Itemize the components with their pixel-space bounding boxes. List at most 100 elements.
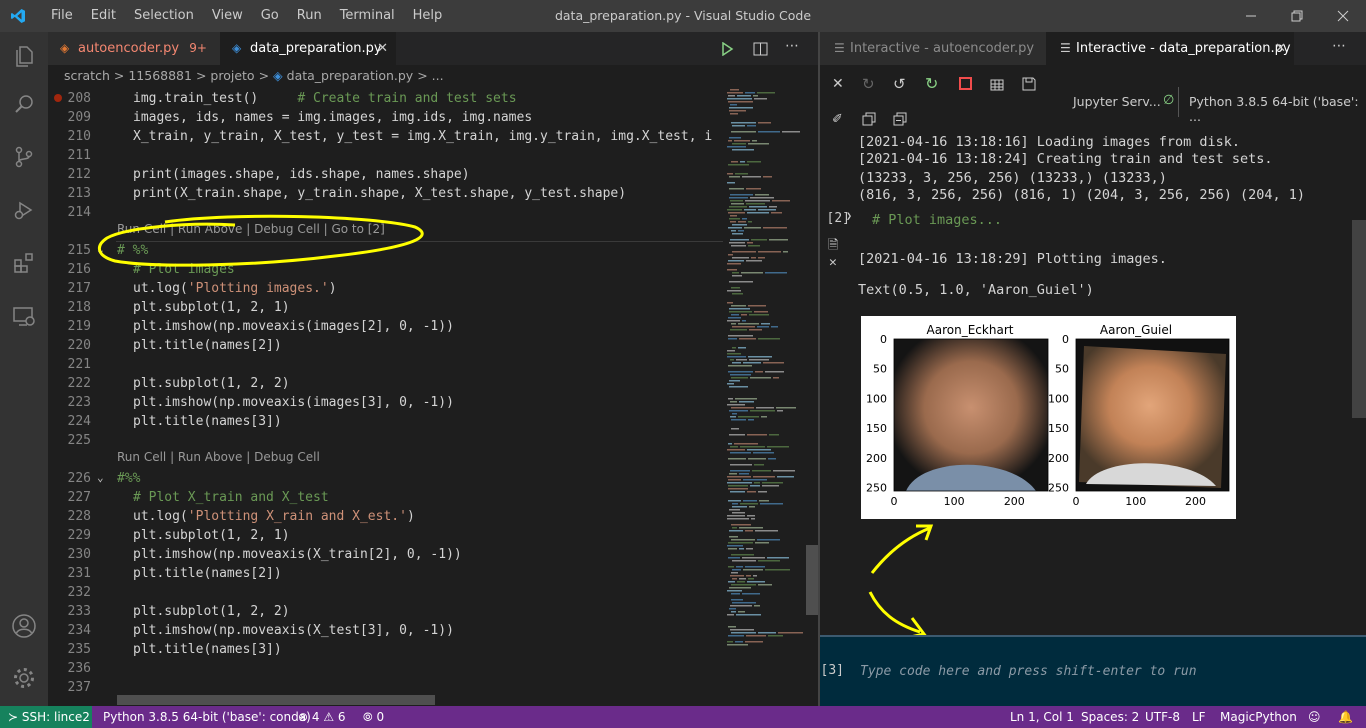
minimap-line	[730, 104, 737, 106]
menu-file[interactable]: File	[42, 0, 82, 32]
code-line[interactable]: 210 X_train, y_train, X_test, y_test = im…	[48, 127, 723, 146]
code-line[interactable]: 222 plt.subplot(1, 2, 2)	[48, 374, 723, 393]
code-line[interactable]: 228 ut.log('Plotting X_rain and X_est.')	[48, 507, 723, 526]
close-tab-icon[interactable]: ✕	[1275, 32, 1286, 65]
menu-selection[interactable]: Selection	[125, 0, 203, 32]
code-line[interactable]: 211	[48, 146, 723, 165]
run-file-button[interactable]	[720, 41, 734, 60]
tab-autoencoder[interactable]: ◈ autoencoder.py 9+	[48, 32, 220, 65]
breadcrumb-item[interactable]: projeto	[210, 68, 254, 83]
code-line[interactable]: 212 print(images.shape, ids.shape, names.…	[48, 165, 723, 184]
debug-cell-icon[interactable]: ✐	[832, 112, 843, 127]
tab-interactive-data-preparation[interactable]: ☰ Interactive - data_preparation.py ✕	[1046, 32, 1294, 65]
code-line[interactable]: 219 plt.imshow(np.moveaxis(images[2], 0, …	[48, 317, 723, 336]
delete-cell-icon[interactable]: ✕	[829, 255, 837, 270]
end-of-line[interactable]: LF	[1192, 706, 1206, 728]
collapse-all-button[interactable]	[893, 111, 907, 130]
language-mode[interactable]: MagicPython	[1220, 706, 1297, 728]
menu-help[interactable]: Help	[404, 0, 452, 32]
python-interpreter[interactable]: Python 3.8.5 64-bit ('base': conda)	[103, 706, 311, 728]
codelens-cell-actions[interactable]: Run Cell | Run Above | Debug Cell	[117, 450, 320, 464]
tab-data-preparation[interactable]: ◈ data_preparation.py ✕	[220, 32, 396, 65]
menu-view[interactable]: View	[203, 0, 252, 32]
code-line[interactable]: 232	[48, 583, 723, 602]
y-tick-label: 150	[866, 422, 887, 435]
breadcrumb-item[interactable]: ...	[432, 68, 444, 83]
kernel-selector[interactable]: Python 3.8.5 64-bit ('base': ...	[1189, 94, 1366, 124]
cell-summary[interactable]: # Plot images...	[872, 212, 1002, 229]
fold-chevron-icon[interactable]: ⌄	[97, 471, 104, 484]
code-line[interactable]: 234 plt.imshow(np.moveaxis(X_test[3], 0, …	[48, 621, 723, 640]
accounts-button[interactable]	[0, 602, 48, 650]
clear-all-icon[interactable]: ✕	[832, 76, 844, 92]
code-line[interactable]: 233 plt.subplot(1, 2, 2)	[48, 602, 723, 621]
expand-cell-icon[interactable]: ❯	[846, 211, 852, 222]
minimize-button[interactable]	[1228, 0, 1274, 32]
code-line[interactable]: 226 #%%	[48, 469, 723, 488]
restore-button[interactable]	[1274, 0, 1320, 32]
code-editor[interactable]: 208 img.train_test() # Create train and t…	[48, 87, 723, 706]
more-actions-icon[interactable]: ⋯	[785, 38, 799, 54]
minimap-line	[731, 161, 738, 163]
variables-button[interactable]	[990, 77, 1004, 96]
code-line[interactable]: 229 plt.subplot(1, 2, 1)	[48, 526, 723, 545]
search-button[interactable]	[0, 80, 48, 128]
code-line[interactable]: 224 plt.title(names[3])	[48, 412, 723, 431]
minimap[interactable]	[723, 87, 808, 706]
code-line[interactable]: 235 plt.title(names[3])	[48, 640, 723, 659]
horizontal-scrollbar[interactable]	[117, 695, 435, 705]
code-line[interactable]: 236	[48, 659, 723, 678]
code-line[interactable]: 213 print(X_train.shape, y_train.shape, X…	[48, 184, 723, 203]
code-line[interactable]: 223 plt.imshow(np.moveaxis(images[3], 0, …	[48, 393, 723, 412]
code-line[interactable]: 230 plt.imshow(np.moveaxis(X_train[2], 0,…	[48, 545, 723, 564]
editor-vertical-scrollbar[interactable]	[806, 545, 818, 615]
expand-all-button[interactable]	[862, 111, 876, 130]
split-editor-button[interactable]	[753, 41, 768, 60]
remote-explorer-button[interactable]	[0, 292, 48, 340]
code-line[interactable]: 227 # Plot X_train and X_test	[48, 488, 723, 507]
close-window-button[interactable]	[1320, 0, 1366, 32]
output-scrollbar[interactable]	[1352, 220, 1366, 418]
interrupt-kernel-icon[interactable]	[959, 77, 972, 90]
feedback-icon[interactable]: ☺	[1308, 706, 1321, 728]
extensions-button[interactable]	[0, 239, 48, 287]
menu-go[interactable]: Go	[252, 0, 288, 32]
breadcrumb-item[interactable]: 11568881	[128, 68, 192, 83]
notifications-icon[interactable]: 🔔	[1338, 706, 1353, 728]
code-line[interactable]: 208 img.train_test() # Create train and t…	[48, 89, 723, 108]
indentation[interactable]: Spaces: 2	[1081, 706, 1139, 728]
save-button[interactable]	[1022, 76, 1036, 95]
source-control-button[interactable]	[0, 133, 48, 181]
code-line[interactable]: 231 plt.title(names[2])	[48, 564, 723, 583]
tab-interactive-autoencoder[interactable]: ☰ Interactive - autoencoder.py	[820, 32, 1046, 65]
remote-indicator[interactable]: ≻ SSH: lince2	[0, 706, 92, 728]
restart-kernel-icon[interactable]: ↻	[925, 74, 938, 93]
ports-indicator[interactable]: ⦾ 0	[363, 706, 384, 728]
run-debug-button[interactable]	[0, 186, 48, 234]
redo-icon[interactable]: ↻	[862, 75, 875, 93]
close-tab-icon[interactable]: ✕	[377, 32, 388, 65]
interactive-input-cell[interactable]: [3] Type code here and press shift-enter…	[820, 635, 1366, 706]
explorer-button[interactable]	[0, 32, 48, 80]
code-line[interactable]: 221	[48, 355, 723, 374]
code-line[interactable]: 209 images, ids, names = img.images, img.…	[48, 108, 723, 127]
encoding[interactable]: UTF-8	[1145, 706, 1180, 728]
minimap-line	[729, 434, 745, 436]
code-line[interactable]: 218 plt.subplot(1, 2, 1)	[48, 298, 723, 317]
more-actions-icon[interactable]: ⋯	[1332, 38, 1346, 54]
jupyter-server-label[interactable]: Jupyter Serv...	[1073, 94, 1161, 109]
code-line[interactable]: 225	[48, 431, 723, 450]
code-line[interactable]: 217 ut.log('Plotting images.')	[48, 279, 723, 298]
manage-button[interactable]	[0, 654, 48, 702]
undo-icon[interactable]: ↺	[893, 75, 906, 93]
minimap-line	[761, 323, 770, 325]
problems-indicator[interactable]: ⊗ 4 ⚠ 6	[298, 706, 346, 728]
menu-terminal[interactable]: Terminal	[331, 0, 404, 32]
menu-edit[interactable]: Edit	[82, 0, 125, 32]
code-input[interactable]: Type code here and press shift-enter to …	[860, 664, 1197, 679]
breadcrumb-item[interactable]: data_preparation.py	[287, 68, 414, 83]
code-line[interactable]: 220 plt.title(names[2])	[48, 336, 723, 355]
cursor-position[interactable]: Ln 1, Col 1	[1010, 706, 1074, 728]
menu-run[interactable]: Run	[288, 0, 331, 32]
breadcrumb-item[interactable]: scratch	[64, 68, 110, 83]
